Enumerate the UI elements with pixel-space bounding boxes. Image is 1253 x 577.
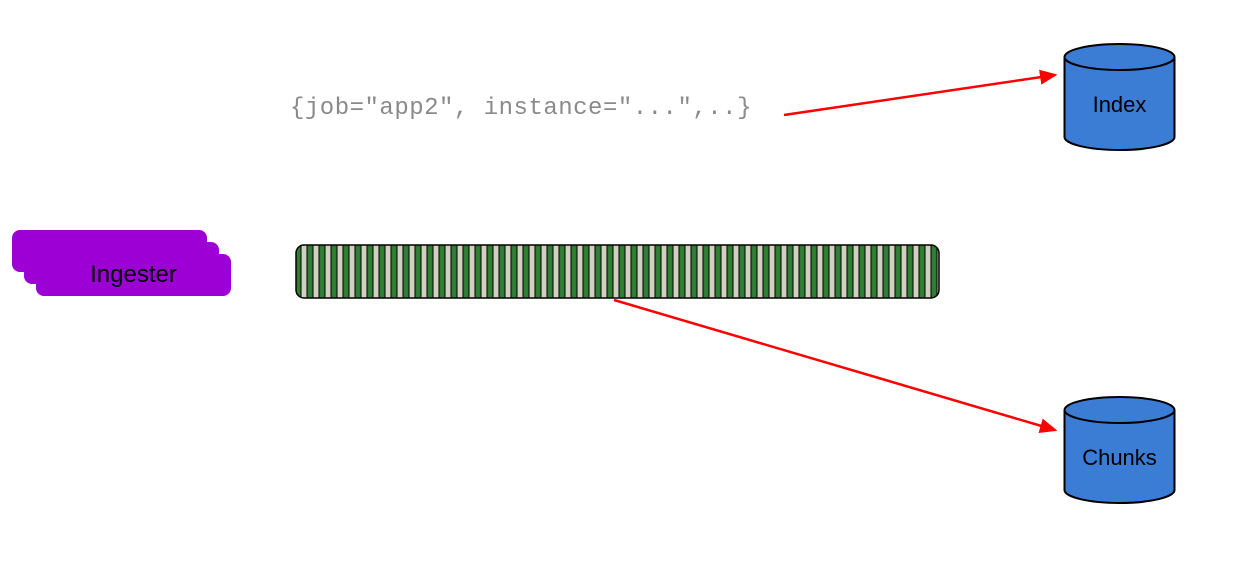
arrow-to-chunks	[614, 300, 1055, 430]
chunks-label: Chunks	[1062, 445, 1177, 471]
index-db: Index	[1062, 42, 1177, 152]
arrow-to-index	[784, 75, 1055, 115]
chunks-db: Chunks	[1062, 395, 1177, 505]
index-label: Index	[1062, 92, 1177, 118]
chunk-bar	[295, 244, 940, 304]
log-line-text: {job="app2", instance="...",..}	[290, 95, 752, 122]
ingester-label: Ingester	[36, 254, 231, 296]
